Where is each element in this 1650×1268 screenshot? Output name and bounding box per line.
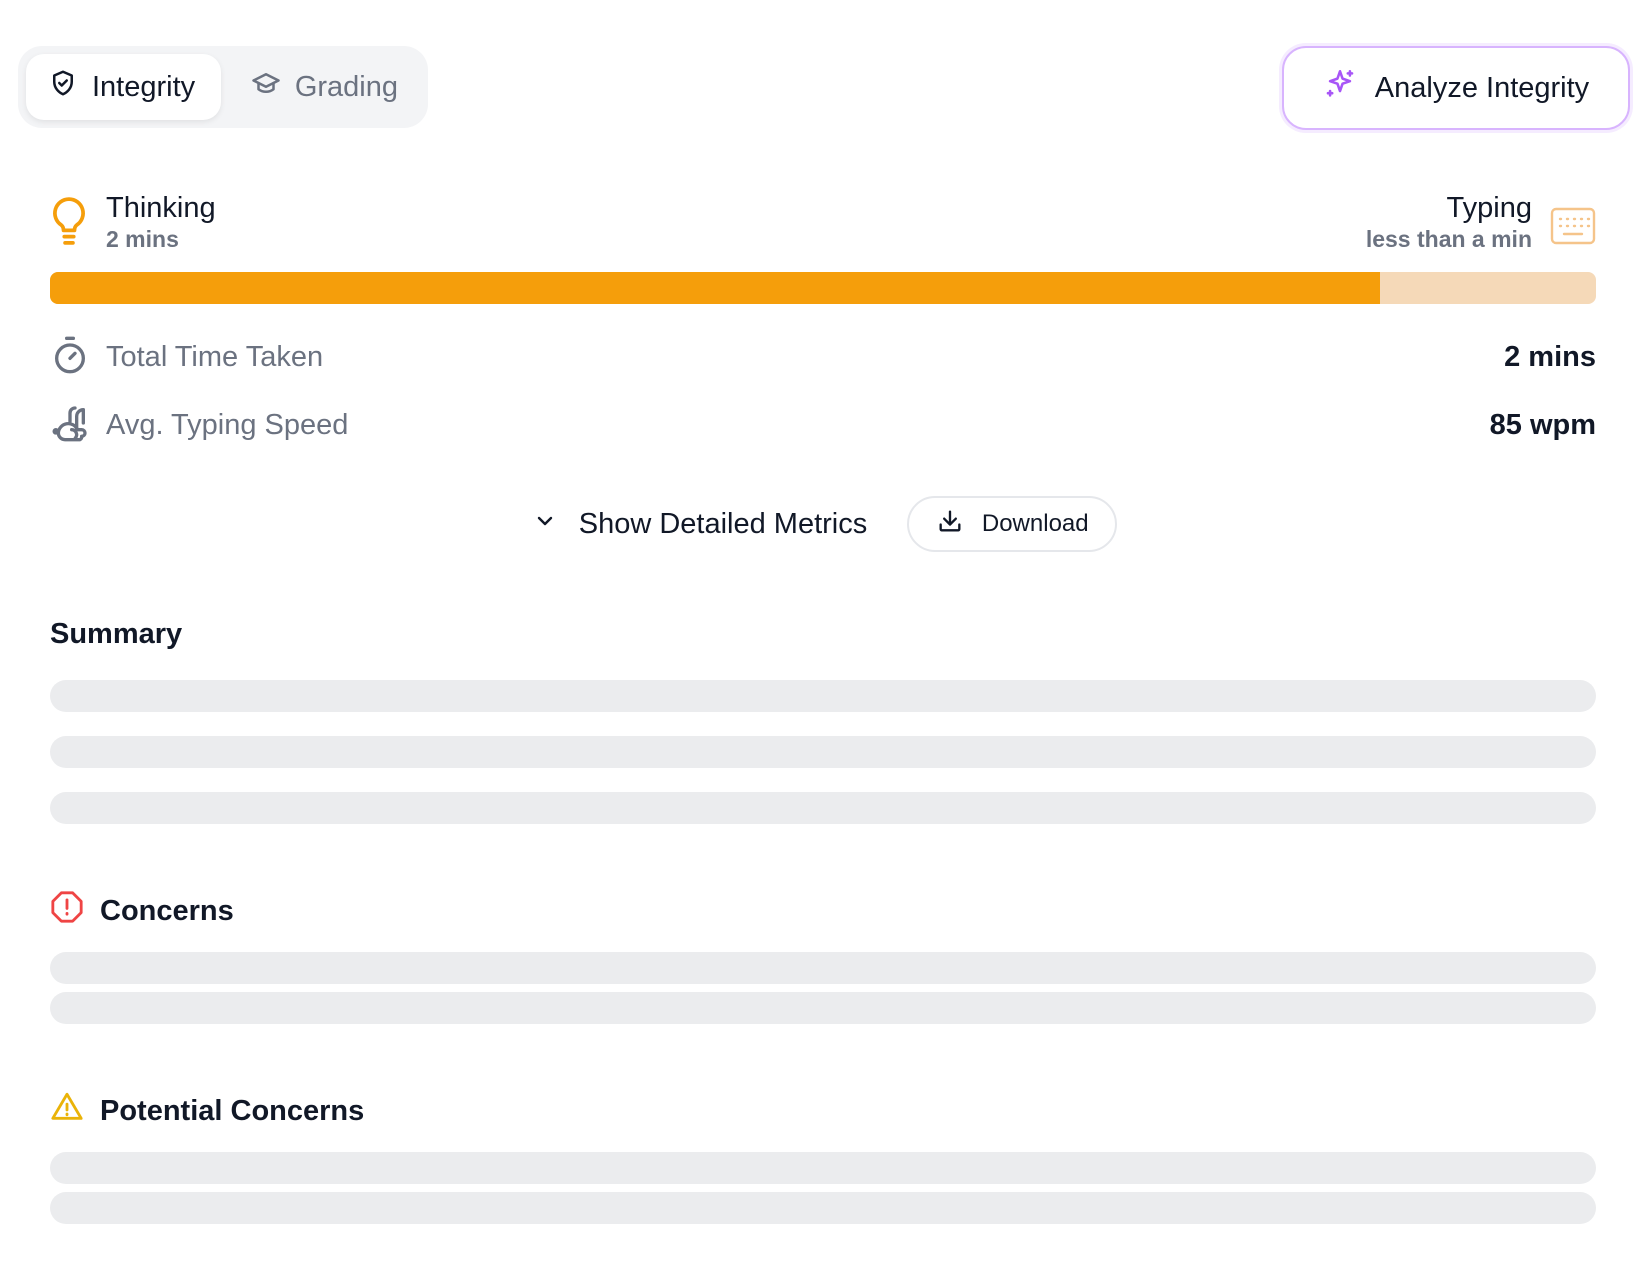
typing-label: Typing (1446, 192, 1532, 224)
analyze-integrity-label: Analyze Integrity (1374, 71, 1590, 104)
potential-concerns-skeleton-line (50, 1192, 1596, 1224)
thinking-bar-fill (50, 272, 1380, 304)
concerns-title: Concerns (100, 894, 234, 927)
typing-value: less than a min (1365, 226, 1532, 252)
download-button[interactable]: Download (907, 496, 1118, 552)
download-label: Download (981, 510, 1089, 537)
timer-icon (50, 335, 106, 380)
concerns-heading: Concerns (50, 890, 234, 932)
time-split-labels: Thinking 2 mins Typing less than a min (50, 192, 1596, 256)
metric-total-time: Total Time Taken 2 mins (50, 332, 1596, 382)
metric-label: Avg. Typing Speed (106, 408, 349, 441)
thinking-value: 2 mins (106, 226, 179, 252)
tab-integrity-label: Integrity (92, 70, 196, 103)
warning-triangle-icon (50, 1090, 84, 1132)
keyboard-icon (1550, 192, 1596, 251)
graduation-cap-icon (251, 68, 281, 106)
summary-skeleton-line (50, 736, 1596, 768)
concerns-skeleton-line (50, 992, 1596, 1024)
tab-integrity[interactable]: Integrity (26, 54, 221, 120)
tab-grading[interactable]: Grading (229, 54, 420, 120)
lightbulb-icon (50, 192, 88, 254)
thinking-label: Thinking (106, 192, 216, 224)
summary-skeleton-line (50, 680, 1596, 712)
summary-skeleton-line (50, 792, 1596, 824)
metric-label: Total Time Taken (106, 340, 324, 373)
time-split-bar (50, 272, 1596, 304)
chevron-down-icon (533, 508, 557, 541)
metrics-actions: Show Detailed Metrics Download (0, 496, 1650, 552)
typing-stat: Typing less than a min (1366, 192, 1596, 254)
tab-grading-label: Grading (294, 70, 398, 103)
show-detailed-label: Show Detailed Metrics (578, 507, 868, 540)
potential-concerns-title: Potential Concerns (100, 1094, 365, 1127)
download-icon (936, 507, 964, 542)
analyze-integrity-button[interactable]: Analyze Integrity (1282, 46, 1630, 130)
integrity-panel: Integrity Grading Analyze Integrity Thin… (0, 0, 1650, 1268)
potential-concerns-skeleton-line (50, 1152, 1596, 1184)
potential-concerns-heading: Potential Concerns (50, 1090, 364, 1132)
alert-octagon-icon (50, 890, 84, 932)
metric-value: 85 wpm (1489, 408, 1596, 441)
shield-check-icon (48, 68, 78, 106)
concerns-skeleton-line (50, 952, 1596, 984)
sparkles-icon (1323, 67, 1357, 109)
thinking-stat: Thinking 2 mins (50, 192, 216, 254)
show-detailed-metrics-toggle[interactable]: Show Detailed Metrics (533, 507, 868, 541)
metric-typing-speed: Avg. Typing Speed 85 wpm (50, 400, 1596, 450)
metric-value: 2 mins (1504, 340, 1596, 373)
rabbit-icon (50, 403, 106, 448)
view-tabs: Integrity Grading (18, 46, 428, 128)
summary-title: Summary (50, 618, 183, 650)
summary-heading: Summary (50, 618, 182, 651)
